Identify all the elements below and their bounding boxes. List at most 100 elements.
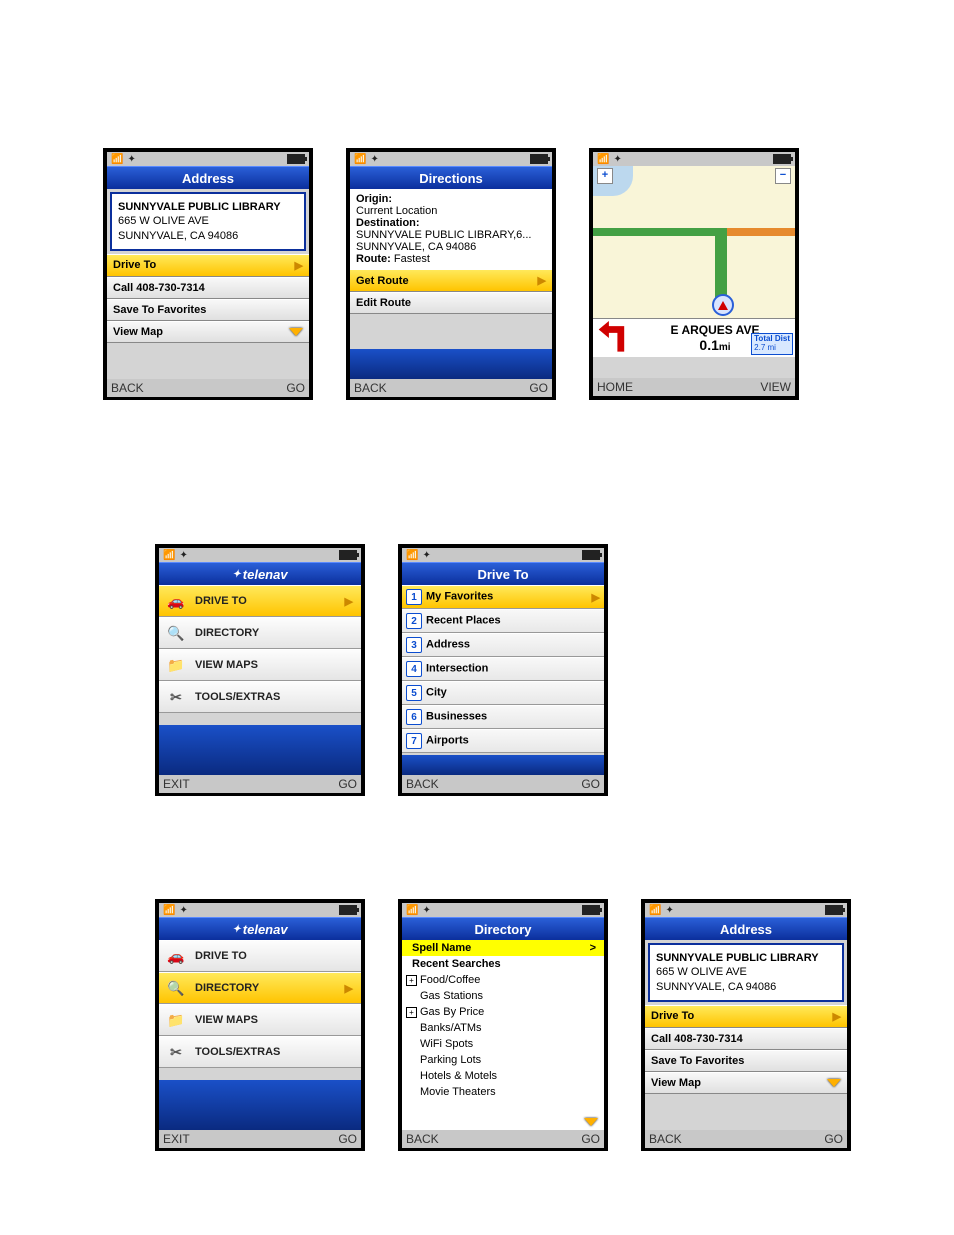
get-route-row[interactable]: Get Route ▶ <box>350 269 552 292</box>
zoom-out-button[interactable]: − <box>775 168 791 184</box>
battery-icon <box>287 154 305 164</box>
address-line2: SUNNYVALE, CA 94086 <box>118 229 298 243</box>
signal-icon: 📶 <box>649 905 661 916</box>
drive-to-menu[interactable]: 🚗 DRIVE TO ▶ <box>159 585 361 617</box>
arrow-right-icon: ▶ <box>538 274 546 287</box>
item-label: Recent Places <box>426 615 501 627</box>
softkey-left[interactable]: EXIT <box>163 1132 190 1146</box>
signal-icon: 📶 <box>597 154 609 165</box>
softkey-right[interactable]: GO <box>824 1132 843 1146</box>
status-bar: 📶 ✦ <box>645 903 847 917</box>
softkey-bar: BACK GO <box>402 1130 604 1148</box>
route-value: Fastest <box>394 253 430 265</box>
cat-gas-by-price[interactable]: +Gas By Price <box>402 1004 604 1020</box>
menu-label: DRIVE TO <box>195 595 335 607</box>
softkey-left[interactable]: HOME <box>597 380 633 394</box>
item-label: City <box>426 687 447 699</box>
softkey-right[interactable]: GO <box>338 1132 357 1146</box>
item-label: My Favorites <box>426 591 493 603</box>
list-airports[interactable]: 7Airports <box>402 729 604 753</box>
list-address[interactable]: 3Address <box>402 633 604 657</box>
content-area: 1My Favorites ▶ 2Recent Places 3Address … <box>402 585 604 775</box>
directory-list: Spell Name > Recent Searches +Food/Coffe… <box>402 940 604 1130</box>
softkey-left[interactable]: BACK <box>354 381 387 395</box>
drive-to-row[interactable]: Drive To ▶ <box>107 254 309 277</box>
call-row[interactable]: Call 408-730-7314 <box>645 1028 847 1050</box>
content-area: SUNNYVALE PUBLIC LIBRARY 665 W OLIVE AVE… <box>645 940 847 1130</box>
view-maps-menu[interactable]: 📁 VIEW MAPS <box>159 649 361 681</box>
softkey-right[interactable]: GO <box>286 381 305 395</box>
menu-label: VIEW MAPS <box>195 1014 258 1026</box>
cat-wifi-spots[interactable]: WiFi Spots <box>402 1036 604 1052</box>
blue-footer <box>159 1080 361 1130</box>
save-favorites-row[interactable]: Save To Favorites <box>645 1050 847 1072</box>
list-businesses[interactable]: 6Businesses <box>402 705 604 729</box>
softkey-right[interactable]: GO <box>338 777 357 791</box>
save-favorites-row[interactable]: Save To Favorites <box>107 299 309 321</box>
drive-to-menu[interactable]: 🚗 DRIVE TO <box>159 940 361 972</box>
softkey-right[interactable]: VIEW <box>760 380 791 394</box>
softkey-right[interactable]: GO <box>581 777 600 791</box>
map-info-bar: E ARQUES AVE 0.1mi Total Dist 2.7 mi <box>593 319 795 357</box>
arrow-right-icon: ▶ <box>345 982 353 995</box>
numbox: 4 <box>406 661 422 677</box>
row-label: Call 408-730-7314 <box>651 1033 743 1045</box>
cat-banks-atms[interactable]: Banks/ATMs <box>402 1020 604 1036</box>
dist-unit: mi <box>719 342 731 353</box>
title-text: Drive To <box>477 567 528 582</box>
directory-menu[interactable]: 🔍 DIRECTORY ▶ <box>159 972 361 1004</box>
gps-icon: ✦ <box>422 905 430 916</box>
cat-parking-lots[interactable]: Parking Lots <box>402 1052 604 1068</box>
item-label: Intersection <box>426 663 488 675</box>
softkey-left[interactable]: BACK <box>406 777 439 791</box>
place-name: SUNNYVALE PUBLIC LIBRARY <box>118 200 298 214</box>
softkey-right[interactable]: GO <box>529 381 548 395</box>
menu-label: DIRECTORY <box>195 982 335 994</box>
view-map-row[interactable]: View Map <box>645 1072 847 1094</box>
address-line1: 665 W OLIVE AVE <box>656 965 836 979</box>
list-city[interactable]: 5City <box>402 681 604 705</box>
content-area: + − E ARQUES AVE 0.1mi Total Dist 2.7 mi <box>593 166 795 378</box>
spell-name-row[interactable]: Spell Name > <box>402 940 604 956</box>
view-maps-menu[interactable]: 📁 VIEW MAPS <box>159 1004 361 1036</box>
edit-route-row[interactable]: Edit Route <box>350 292 552 314</box>
row-label: Call 408-730-7314 <box>113 282 205 294</box>
battery-icon <box>339 905 357 915</box>
gps-icon: ✦ <box>127 154 135 165</box>
drive-to-row[interactable]: Drive To ▶ <box>645 1005 847 1028</box>
directory-menu[interactable]: 🔍 DIRECTORY <box>159 617 361 649</box>
list-recent-places[interactable]: 2Recent Places <box>402 609 604 633</box>
cat-label: Banks/ATMs <box>420 1022 482 1034</box>
arrow-right-icon: ▶ <box>833 1010 841 1023</box>
softkey-bar: BACK GO <box>645 1130 847 1148</box>
menu-label: DIRECTORY <box>195 627 259 639</box>
address-line2: SUNNYVALE, CA 94086 <box>656 980 836 994</box>
arrow-right-icon: ▶ <box>592 591 600 604</box>
current-position-icon <box>712 294 734 316</box>
softkey-left[interactable]: EXIT <box>163 777 190 791</box>
softkey-left[interactable]: BACK <box>406 1132 439 1146</box>
title-text: Directions <box>419 171 483 186</box>
map-canvas[interactable]: + − <box>593 166 795 319</box>
softkey-bar: BACK GO <box>402 775 604 793</box>
zoom-in-button[interactable]: + <box>597 168 613 184</box>
cat-movie-theaters[interactable]: Movie Theaters <box>402 1084 604 1100</box>
cat-hotels-motels[interactable]: Hotels & Motels <box>402 1068 604 1084</box>
tools-extras-menu[interactable]: ✂ TOOLS/EXTRAS <box>159 1036 361 1068</box>
softkey-right[interactable]: GO <box>581 1132 600 1146</box>
arrow-down-icon <box>289 328 303 336</box>
title-text: telenav <box>243 567 288 582</box>
list-my-favorites[interactable]: 1My Favorites ▶ <box>402 585 604 609</box>
cat-gas-stations[interactable]: Gas Stations <box>402 988 604 1004</box>
status-bar: 📶 ✦ <box>402 903 604 917</box>
softkey-left[interactable]: BACK <box>649 1132 682 1146</box>
recent-searches-row[interactable]: Recent Searches <box>402 956 604 972</box>
call-row[interactable]: Call 408-730-7314 <box>107 277 309 299</box>
title-bar: ✦telenav <box>159 917 361 940</box>
cat-food-coffee[interactable]: +Food/Coffee <box>402 972 604 988</box>
view-map-row[interactable]: View Map <box>107 321 309 343</box>
list-intersection[interactable]: 4 Intersection <box>402 657 604 681</box>
title-text: Address <box>720 922 772 937</box>
tools-extras-menu[interactable]: ✂ TOOLS/EXTRAS <box>159 681 361 713</box>
softkey-left[interactable]: BACK <box>111 381 144 395</box>
